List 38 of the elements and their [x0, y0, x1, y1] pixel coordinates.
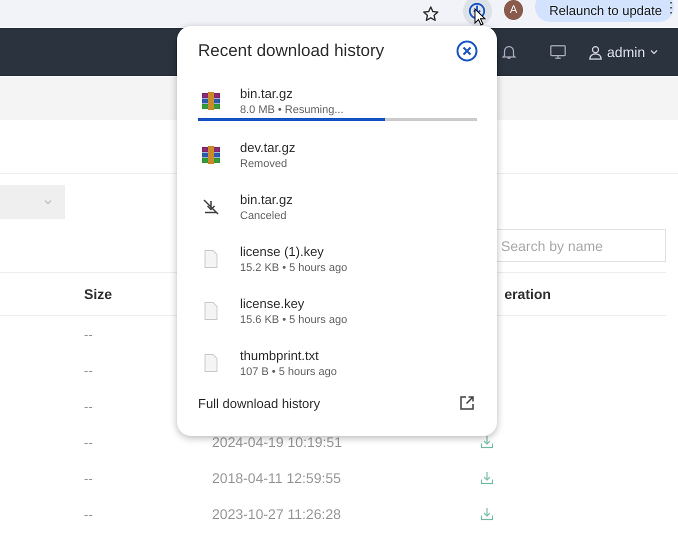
- full-history-link[interactable]: Full download history: [198, 396, 320, 410]
- file-status: 107 B • 5 hours ago: [240, 366, 337, 378]
- file-name[interactable]: license (1).key: [240, 244, 348, 259]
- file-name[interactable]: bin.tar.gz: [240, 192, 293, 207]
- popup-title: Recent download history: [198, 41, 384, 61]
- chevron-down-icon[interactable]: [649, 47, 660, 57]
- file-name[interactable]: bin.tar.gz: [240, 86, 344, 101]
- table-cell-text: 2024-04-19 10:19:51: [212, 434, 343, 450]
- file-name[interactable]: license.key: [240, 296, 348, 311]
- file-status: 8.0 MB • Resuming...: [240, 104, 344, 116]
- user-menu[interactable]: admin: [588, 44, 660, 60]
- table-cell: --: [84, 398, 93, 414]
- table-cell: --: [84, 362, 93, 378]
- column-header: eration: [504, 286, 551, 302]
- download-icon[interactable]: [468, 2, 486, 20]
- table-cell-text: 2023-10-27 11:26:28: [212, 506, 342, 522]
- file-status: 15.2 KB • 5 hours ago: [240, 262, 348, 274]
- close-icon[interactable]: [456, 40, 478, 62]
- monitor-icon[interactable]: [549, 43, 567, 61]
- open-external-icon[interactable]: [459, 395, 475, 411]
- table-cell: --: [84, 326, 93, 342]
- file-status: Canceled: [240, 210, 288, 222]
- file-status: 15.6 KB • 5 hours ago: [240, 314, 348, 326]
- file-name[interactable]: thumbprint.txt: [240, 348, 337, 363]
- column-header: Size: [84, 286, 112, 302]
- download-off-icon: [201, 197, 221, 217]
- profile-avatar[interactable]: A: [504, 0, 524, 20]
- archive-icon: [201, 145, 221, 165]
- file-status: Removed: [240, 158, 288, 170]
- bookmark-star-icon[interactable]: [422, 5, 440, 23]
- bell-icon[interactable]: [500, 43, 518, 61]
- table-cell: --: [84, 470, 93, 486]
- user-icon[interactable]: [588, 44, 603, 60]
- file-name[interactable]: dev.tar.gz: [240, 140, 296, 155]
- table-cell: --: [84, 434, 93, 450]
- table-cell-text: 2018-04-11 12:59:55: [212, 470, 342, 486]
- table-cell: --: [84, 506, 93, 522]
- archive-icon: [201, 91, 221, 111]
